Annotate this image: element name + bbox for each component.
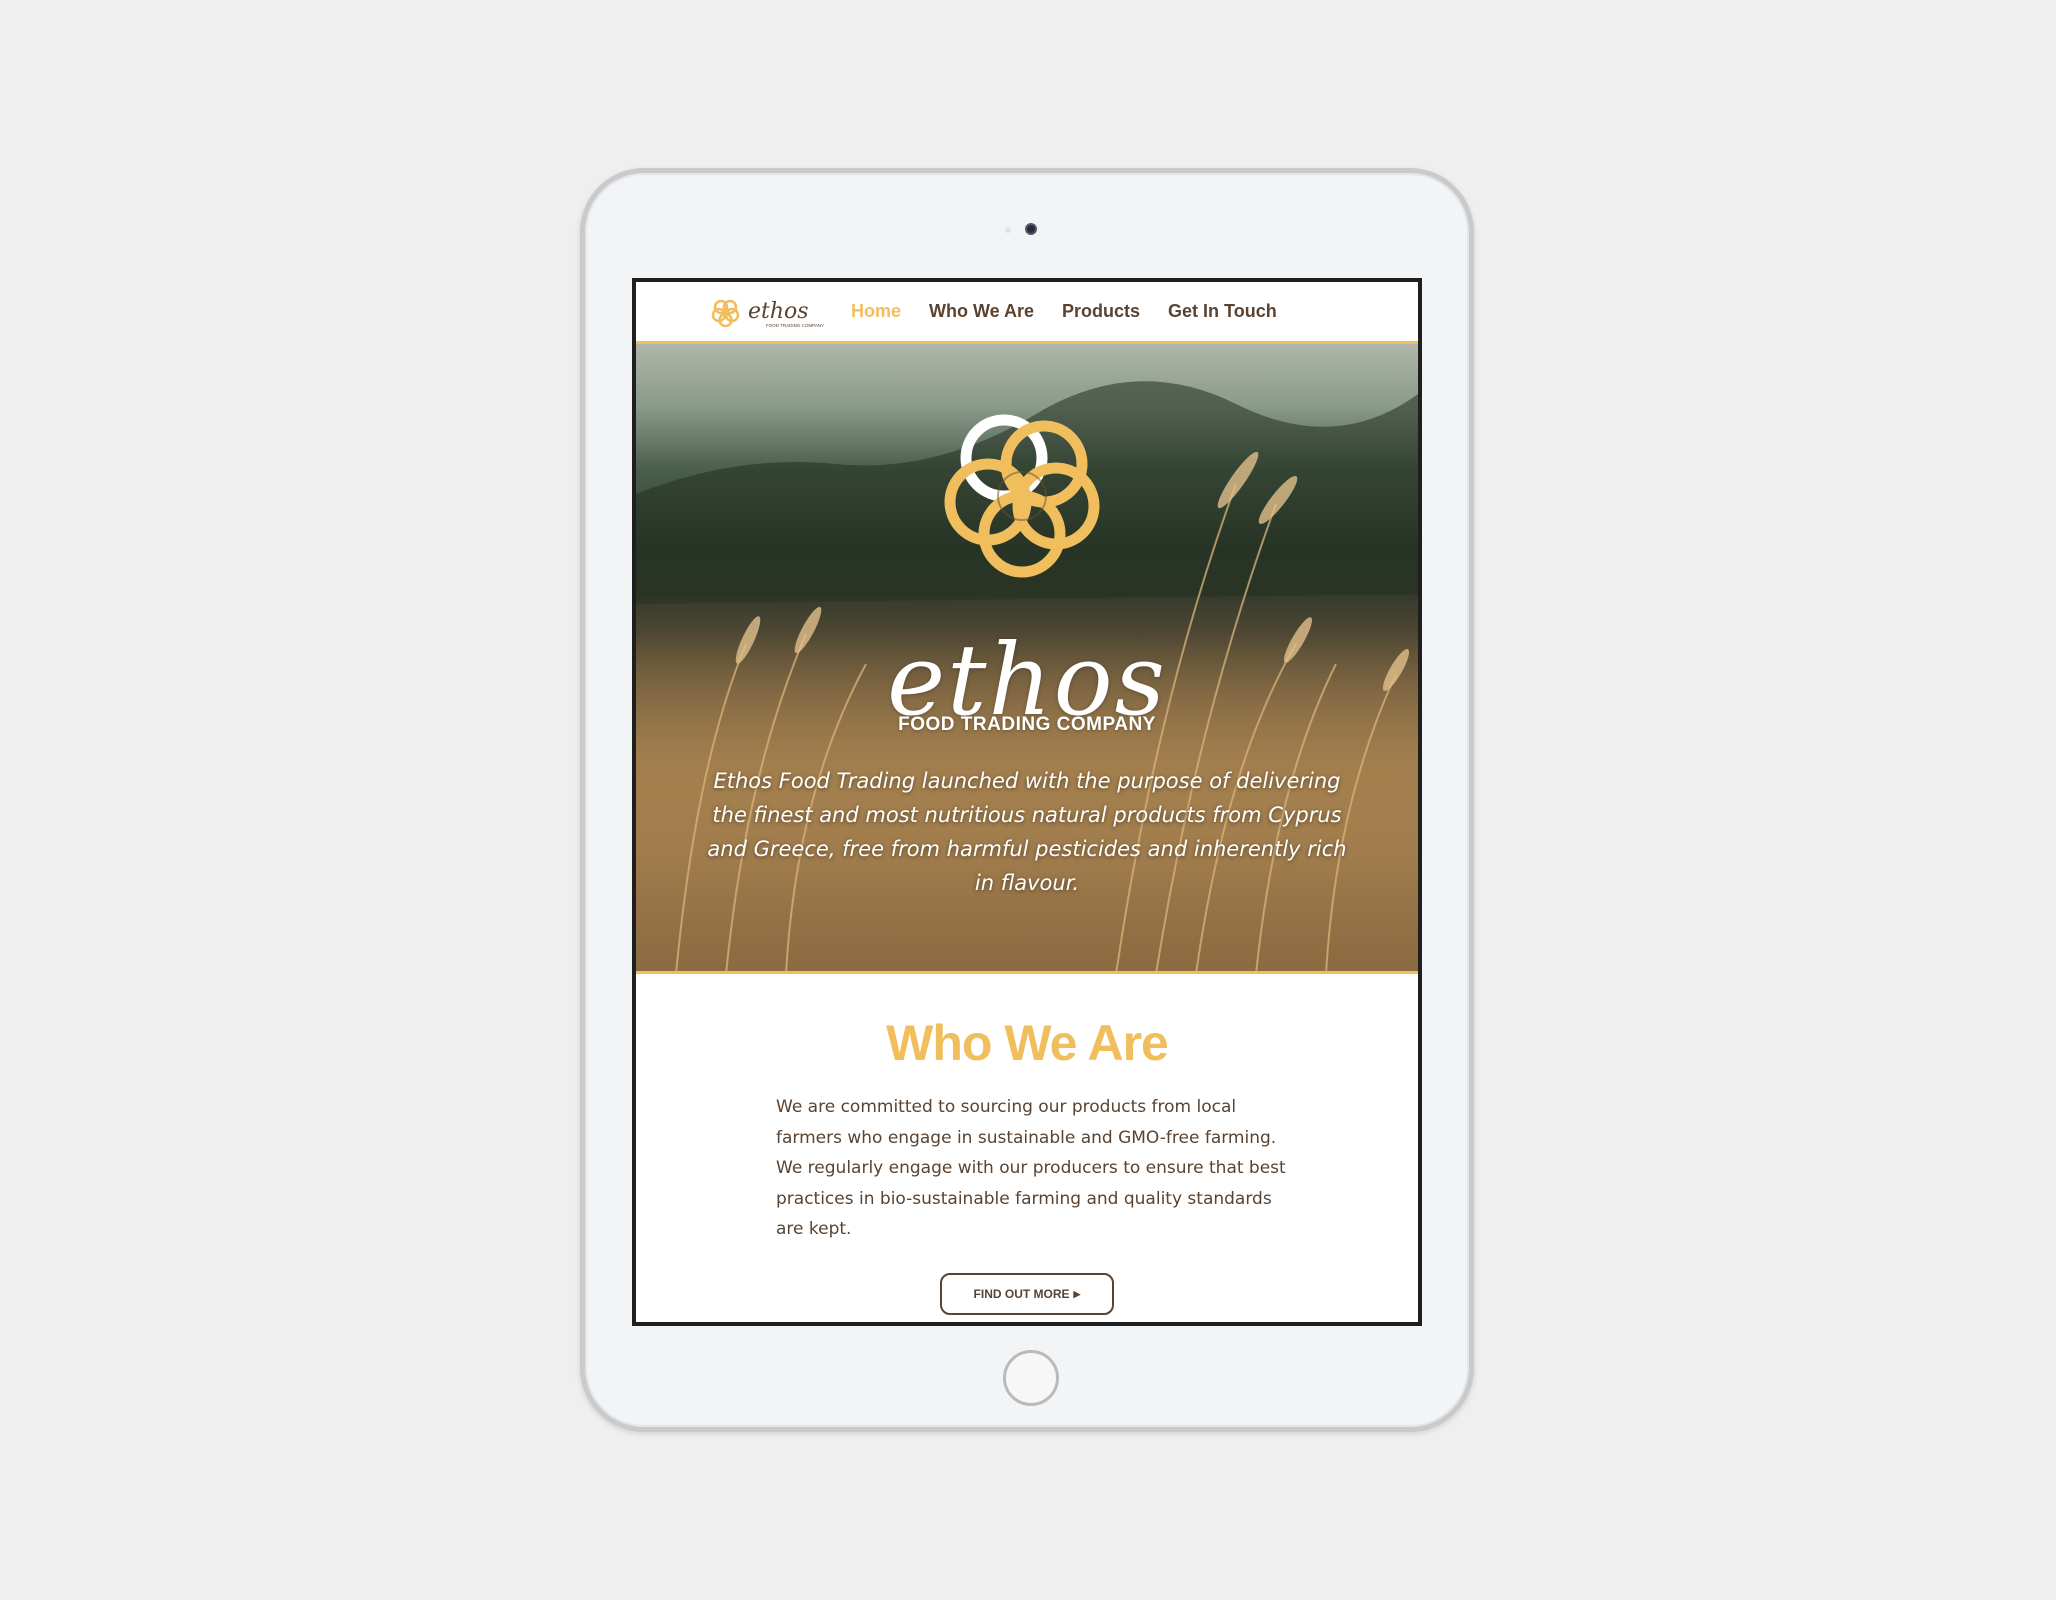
hero-banner: ethos FOOD TRADING COMPANY Ethos Food Tr… [636, 344, 1418, 974]
nav-logo[interactable]: ethos FOOD TRADING COMPANY [710, 296, 830, 330]
hero-subtitle: FOOD TRADING COMPANY [898, 714, 1156, 735]
find-out-more-button[interactable]: FIND OUT MORE ▶ [940, 1273, 1114, 1315]
ethos-emblem-icon [944, 414, 1100, 578]
nav-logo-subtext: FOOD TRADING COMPANY [766, 323, 824, 328]
ethos-logo-icon: ethos FOOD TRADING COMPANY [711, 299, 824, 328]
who-we-are-section: Who We Are We are committed to sourcing … [636, 974, 1418, 1322]
section-text: We are committed to sourcing our product… [776, 1097, 1286, 1239]
nav-item-who-we-are[interactable]: Who We Are [929, 301, 1034, 322]
nav-item-home[interactable]: Home [851, 301, 901, 322]
nav-item-get-in-touch[interactable]: Get In Touch [1168, 301, 1277, 322]
home-button[interactable] [1003, 1350, 1059, 1406]
hero-description: Ethos Food Trading launched with the pur… [707, 769, 1347, 895]
nav-item-products[interactable]: Products [1062, 301, 1140, 322]
camera-icon [1025, 223, 1037, 235]
nav-logo-text: ethos [748, 299, 809, 324]
tablet-screen: ethos FOOD TRADING COMPANY Home Who We A… [632, 278, 1422, 1326]
nav-links: Home Who We Are Products Get In Touch [851, 282, 1277, 341]
navbar: ethos FOOD TRADING COMPANY Home Who We A… [636, 282, 1418, 344]
caret-right-icon: ▶ [1073, 1288, 1081, 1299]
find-out-more-label: FIND OUT MORE [973, 1287, 1070, 1301]
light-sensor [1005, 227, 1011, 233]
section-title: Who We Are [886, 1015, 1169, 1071]
